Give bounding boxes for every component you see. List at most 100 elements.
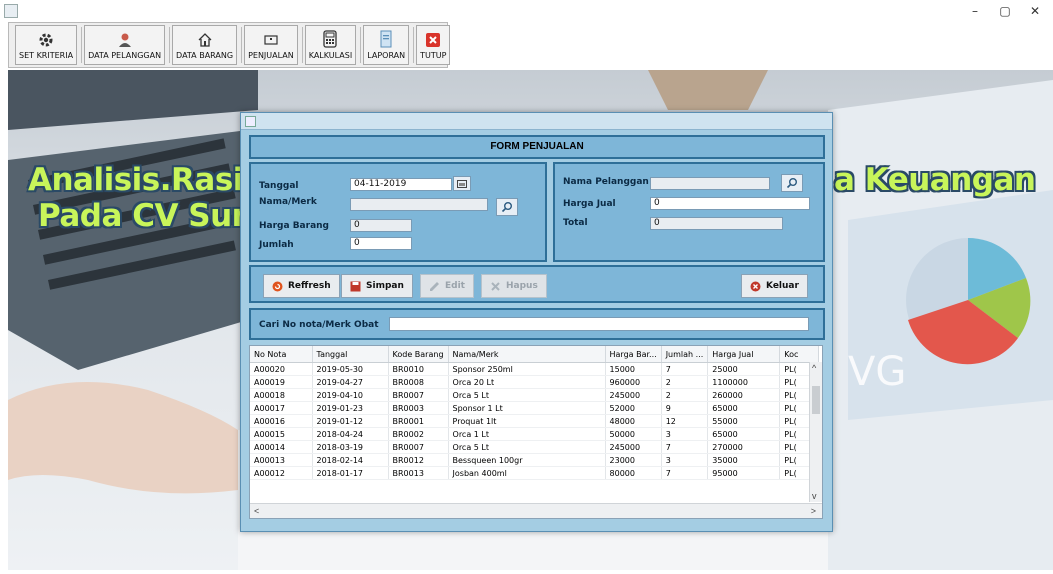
nama-merk-label: Nama/Merk xyxy=(259,197,317,207)
table-cell: 23000 xyxy=(605,453,662,467)
table-cell: 80000 xyxy=(605,466,662,480)
table-cell: Sponsor 250ml xyxy=(448,362,606,376)
penjualan-button[interactable]: PENJUALAN xyxy=(244,25,298,65)
col-header[interactable]: Tanggal xyxy=(312,346,389,363)
close-window-button[interactable]: ✕ xyxy=(1020,2,1050,20)
set-kriteria-label: SET KRITERIA xyxy=(19,51,74,60)
document-icon xyxy=(380,30,392,48)
table-cell: Orca 20 Lt xyxy=(448,375,606,389)
table-cell: 52000 xyxy=(605,401,662,415)
table-row[interactable]: A00012 2018-01-17 BR0013 Josban 400ml 80000 7… xyxy=(250,466,820,480)
table-row[interactable]: A00017 2019-01-23 BR0003 Sponsor 1 Lt 52000 9… xyxy=(250,401,820,415)
col-header[interactable]: Harga Bar... xyxy=(605,346,662,363)
table-cell: 48000 xyxy=(605,414,662,428)
date-picker-button[interactable] xyxy=(453,176,471,191)
toolbar-separator xyxy=(413,27,415,63)
table-cell: 3 xyxy=(661,453,709,467)
col-header[interactable]: Harga Jual xyxy=(707,346,781,363)
minimize-button[interactable]: – xyxy=(960,2,990,20)
harga-jual-label: Harga Jual xyxy=(563,199,616,209)
table-cell: A00015 xyxy=(250,427,313,441)
window-titlebar: – ▢ ✕ xyxy=(0,0,1053,22)
scroll-right-arrow[interactable]: > xyxy=(811,505,816,517)
action-panel: Reffresh Simpan Edit Hapus Keluar xyxy=(249,265,825,303)
laporan-label: LAPORAN xyxy=(367,51,406,60)
delete-icon xyxy=(491,281,500,291)
vertical-scroll-thumb[interactable] xyxy=(812,386,820,414)
search-icon xyxy=(501,202,512,213)
table-cell: 2019-04-10 xyxy=(312,388,389,402)
col-header[interactable]: Jumlah ... xyxy=(661,346,709,363)
table-cell: 1100000 xyxy=(707,375,781,389)
nama-pelanggan-label: Nama Pelanggan xyxy=(563,177,649,187)
nama-merk-field[interactable] xyxy=(350,198,488,211)
hapus-button[interactable]: Hapus xyxy=(481,274,547,298)
table-cell: 55000 xyxy=(707,414,781,428)
nama-merk-search-button[interactable] xyxy=(496,198,518,216)
harga-jual-field[interactable]: 0 xyxy=(650,197,810,210)
col-header[interactable]: Kode Barang xyxy=(388,346,449,363)
scroll-up-arrow[interactable]: ^ xyxy=(812,362,816,374)
pelanggan-search-button[interactable] xyxy=(781,174,803,192)
harga-barang-field[interactable]: 0 xyxy=(350,219,412,232)
table-cell: 35000 xyxy=(707,453,781,467)
table-cell: BR0012 xyxy=(388,453,449,467)
receipt-icon xyxy=(264,35,278,45)
jumlah-field[interactable]: 0 xyxy=(350,237,412,250)
total-field[interactable]: 0 xyxy=(650,217,783,230)
set-kriteria-button[interactable]: SET KRITERIA xyxy=(15,25,78,65)
table-row[interactable]: A00018 2019-04-10 BR0007 Orca 5 Lt 245000 2 26… xyxy=(250,388,820,402)
svg-text:VG: VG xyxy=(848,349,906,395)
col-header[interactable]: Nama/Merk xyxy=(448,346,606,363)
table-row[interactable]: A00016 2019-01-12 BR0001 Proquat 1lt 48000 12… xyxy=(250,414,820,428)
scroll-left-arrow[interactable]: < xyxy=(254,505,259,517)
table-cell: 2018-03-19 xyxy=(312,440,389,454)
calendar-icon xyxy=(457,179,467,188)
search-input[interactable] xyxy=(389,317,809,331)
table-cell: 960000 xyxy=(605,375,662,389)
refresh-button[interactable]: Reffresh xyxy=(263,274,340,298)
table-cell: 245000 xyxy=(605,388,662,402)
col-header[interactable]: No Nota xyxy=(250,346,313,363)
tutup-button[interactable]: TUTUP xyxy=(416,25,451,65)
total-label: Total xyxy=(563,218,588,228)
table-cell: BR0013 xyxy=(388,466,449,480)
form-title-panel: FORM PENJUALAN xyxy=(249,135,825,159)
simpan-button[interactable]: Simpan xyxy=(341,274,413,298)
table-cell: Orca 5 Lt xyxy=(448,388,606,402)
laporan-button[interactable]: LAPORAN xyxy=(363,25,410,65)
search-icon xyxy=(786,178,797,189)
horizontal-scrollbar[interactable]: < > xyxy=(250,503,822,518)
table-cell: Bessqueen 100gr xyxy=(448,453,606,467)
table-row[interactable]: A00020 2019-05-30 BR0010 Sponsor 250ml 15000… xyxy=(250,362,820,376)
form-penjualan-window: FORM PENJUALAN Tanggal 04-11-2019 Nama/M… xyxy=(240,112,833,532)
data-pelanggan-button[interactable]: DATA PELANGGAN xyxy=(84,25,166,65)
vertical-scrollbar[interactable]: ^ v xyxy=(809,362,822,502)
save-icon xyxy=(350,281,361,291)
main-toolbar: SET KRITERIA DATA PELANGGAN DATA BARANG … xyxy=(8,22,451,68)
pencil-icon xyxy=(430,281,439,291)
table-row[interactable]: A00015 2018-04-24 BR0002 Orca 1 Lt 50000 3 650… xyxy=(250,427,820,441)
table-row[interactable]: A00014 2018-03-19 BR0007 Orca 5 Lt 245000 7 27… xyxy=(250,440,820,454)
table-cell: 15000 xyxy=(605,362,662,376)
table-cell: Proquat 1lt xyxy=(448,414,606,428)
nama-pelanggan-field[interactable] xyxy=(650,177,770,190)
table-cell: 245000 xyxy=(605,440,662,454)
table-cell: 65000 xyxy=(707,401,781,415)
table-row[interactable]: A00013 2018-02-14 BR0012 Bessqueen 100gr 230… xyxy=(250,453,820,467)
keluar-button[interactable]: Keluar xyxy=(741,274,808,298)
scroll-down-arrow[interactable]: v xyxy=(812,490,817,502)
app-icon xyxy=(4,4,18,18)
table-row[interactable]: A00019 2019-04-27 BR0008 Orca 20 Lt 960000 2 1… xyxy=(250,375,820,389)
col-header[interactable]: Koc xyxy=(779,346,820,363)
edit-button[interactable]: Edit xyxy=(420,274,474,298)
tanggal-field[interactable]: 04-11-2019 xyxy=(350,178,452,191)
data-barang-button[interactable]: DATA BARANG xyxy=(172,25,238,65)
table-cell: A00013 xyxy=(250,453,313,467)
kalkulasi-button[interactable]: KALKULASI xyxy=(304,25,357,65)
table-cell: BR0002 xyxy=(388,427,449,441)
maximize-button[interactable]: ▢ xyxy=(990,2,1020,20)
keluar-label: Keluar xyxy=(766,281,799,291)
edit-label: Edit xyxy=(445,281,465,291)
table-cell: 7 xyxy=(661,440,709,454)
